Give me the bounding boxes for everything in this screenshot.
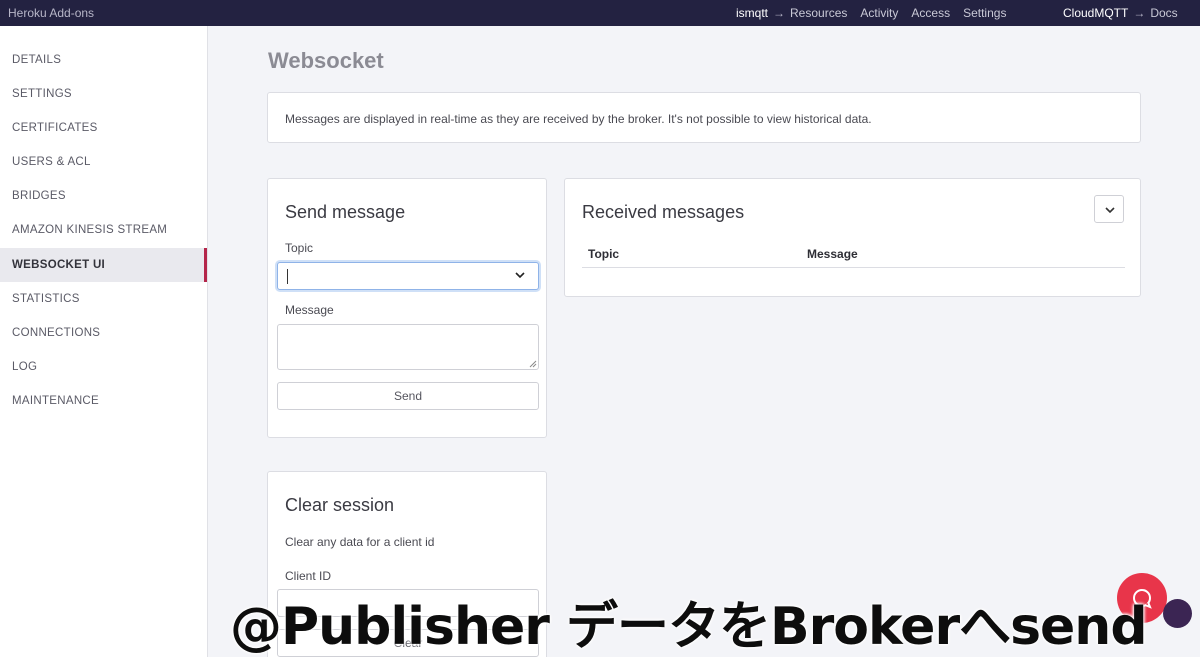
topic-select[interactable] — [277, 262, 539, 290]
column-header-message[interactable]: Message — [807, 247, 858, 261]
arrow-right-icon: → — [1133, 6, 1146, 20]
sidebar-item-amazon-kinesis-stream[interactable]: AMAZON KINESIS STREAM — [0, 213, 207, 247]
send-button[interactable]: Send — [277, 382, 539, 410]
nav-access[interactable]: Access — [911, 6, 950, 20]
client-id-label: Client ID — [285, 569, 332, 583]
notice-card: Messages are displayed in real-time as t… — [267, 92, 1141, 143]
column-header-topic[interactable]: Topic — [588, 247, 619, 261]
nav-settings[interactable]: Settings — [963, 6, 1006, 20]
text-cursor — [287, 269, 288, 284]
main-content: Websocket Messages are displayed in real… — [208, 26, 1200, 657]
nav-resources[interactable]: Resources — [790, 6, 847, 20]
message-textarea[interactable] — [277, 324, 539, 370]
collapse-button[interactable] — [1094, 195, 1124, 223]
sidebar-item-statistics[interactable]: STATISTICS — [0, 282, 207, 316]
sidebar-item-maintenance[interactable]: MAINTENANCE — [0, 384, 207, 418]
resize-grip-icon[interactable] — [529, 360, 537, 368]
addon-nav: CloudMQTT → Docs — [1063, 6, 1178, 20]
nav-activity[interactable]: Activity — [860, 6, 898, 20]
message-label: Message — [285, 303, 334, 317]
sidebar-item-settings[interactable]: SETTINGS — [0, 77, 207, 111]
arrow-right-icon: → — [773, 6, 786, 20]
heroku-addons-link[interactable]: Heroku Add-ons — [8, 6, 94, 20]
sidebar-item-websocket-ui[interactable]: WEBSOCKET UI — [0, 248, 207, 282]
sidebar-item-certificates[interactable]: CERTIFICATES — [0, 111, 207, 145]
sidebar-item-connections[interactable]: CONNECTIONS — [0, 316, 207, 350]
chevron-down-icon — [515, 272, 525, 279]
table-header-divider — [582, 267, 1125, 268]
topic-label: Topic — [285, 241, 314, 255]
sidebar: DETAILS SETTINGS CERTIFICATES USERS & AC… — [0, 26, 208, 657]
sidebar-item-bridges[interactable]: BRIDGES — [0, 179, 207, 213]
app-nav: ismqtt → Resources Activity Access Setti… — [736, 6, 1006, 20]
received-messages-heading: Received messages — [582, 202, 745, 222]
notice-text: Messages are displayed in real-time as t… — [285, 112, 872, 126]
top-bar: Heroku Add-ons ismqtt → Resources Activi… — [0, 0, 1200, 26]
clear-session-heading: Clear session — [285, 495, 395, 515]
sidebar-item-details[interactable]: DETAILS — [0, 43, 207, 77]
send-message-heading: Send message — [285, 202, 406, 222]
video-caption: @Publisher データをBrokerへsend — [230, 597, 1148, 657]
addon-name-link[interactable]: CloudMQTT — [1063, 6, 1128, 20]
sidebar-item-log[interactable]: LOG — [0, 350, 207, 384]
received-messages-card: Received messages Topic Message — [564, 178, 1141, 297]
clear-session-description: Clear any data for a client id — [285, 535, 435, 549]
app-name-link[interactable]: ismqtt — [736, 6, 768, 20]
nav-docs[interactable]: Docs — [1150, 6, 1177, 20]
chevron-down-icon — [1105, 207, 1115, 214]
sidebar-item-users-acl[interactable]: USERS & ACL — [0, 145, 207, 179]
page-title: Websocket — [268, 48, 384, 73]
notification-dot[interactable] — [1163, 599, 1192, 628]
send-message-card: Send message Topic Message Send — [267, 178, 547, 438]
